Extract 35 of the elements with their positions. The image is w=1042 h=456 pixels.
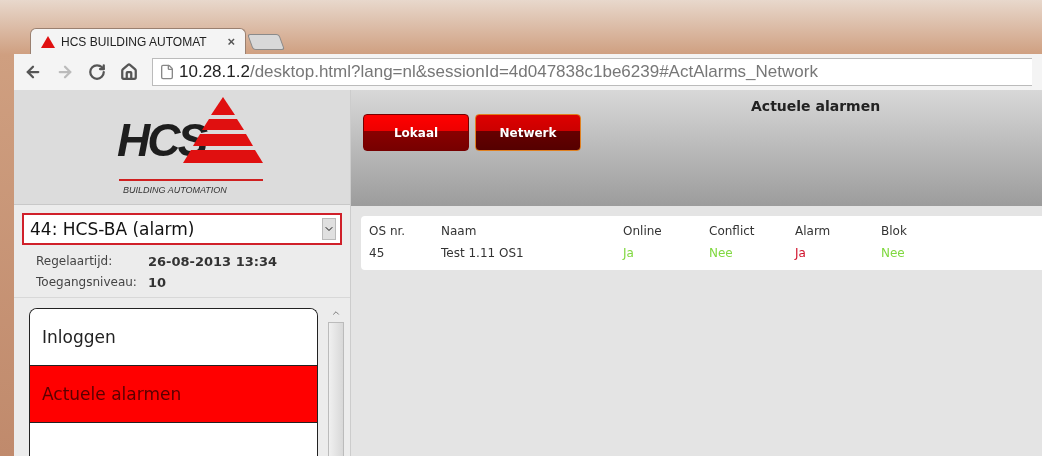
- table-cell-text: Ja: [623, 245, 635, 262]
- scroll-up-icon[interactable]: [331, 308, 341, 318]
- info-label: Regelaartijd:: [36, 254, 114, 269]
- column-header: OS nr.: [369, 223, 407, 240]
- back-icon[interactable]: [24, 63, 42, 81]
- page-title: Actuele alarmen: [751, 98, 881, 114]
- close-button[interactable]: ×: [227, 34, 235, 49]
- column-header: Conflict: [709, 222, 795, 244]
- filter-button[interactable]: Netwerk: [475, 114, 581, 151]
- page-icon: [159, 64, 175, 80]
- address-bar[interactable]: 10.28.1.2/desktop.html?lang=nl&sessionId=4d047838c1be6239#ActAlarms_Network: [152, 58, 1032, 86]
- menu-item[interactable]: Actuele alarmen: [30, 366, 317, 423]
- column-header: Naam: [441, 222, 623, 244]
- triangle-icon: [41, 35, 55, 48]
- reload-icon[interactable]: [88, 63, 106, 81]
- new-tab-button[interactable]: [247, 34, 285, 50]
- dropdown-icon: [322, 218, 336, 240]
- column-header: Online: [623, 222, 709, 244]
- table-cell-text: Nee: [881, 245, 906, 262]
- menu-item[interactable]: Inloggen: [30, 309, 317, 366]
- browser-tab[interactable]: HCS BUILDING AUTOMAT ×: [30, 28, 246, 54]
- home-icon[interactable]: [120, 63, 138, 81]
- table-cell: Test 1.11 OS1: [441, 244, 623, 264]
- info-value: 26-08-2013 13:34: [148, 254, 278, 269]
- table-cell: 45: [369, 244, 441, 264]
- table-cell: Nee: [709, 244, 795, 264]
- tab-title: HCS BUILDING AUTOMAT: [61, 34, 208, 49]
- column-header: Blok: [881, 223, 908, 240]
- info-value: 10: [148, 275, 167, 290]
- scrollbar[interactable]: [328, 308, 344, 456]
- filter-button[interactable]: Lokaal: [363, 114, 469, 151]
- info-label: Toegangsniveau:: [36, 275, 138, 290]
- column-header: Alarm: [795, 223, 832, 240]
- station-select[interactable]: 44: HCS-BA (alarm): [22, 213, 342, 245]
- table-cell-text: Ja: [795, 245, 807, 262]
